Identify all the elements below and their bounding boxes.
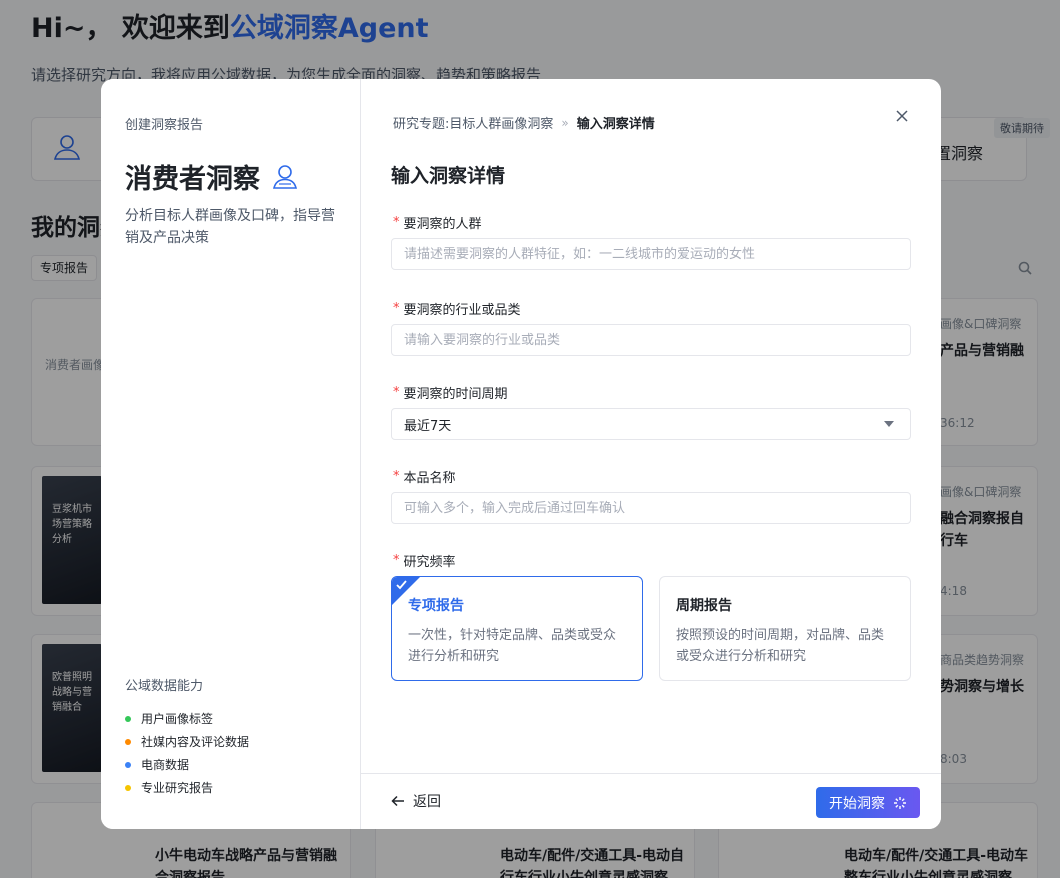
- create-insight-dialog: 创建洞察报告 消费者洞察 分析目标人群画像及口碑，指导营销及产品决策 公域数据能…: [101, 79, 941, 829]
- bullet-dot-icon: [125, 738, 131, 745]
- frequency-option-title: 专项报告: [408, 598, 464, 614]
- frequency-option-title: 周期报告: [676, 598, 732, 614]
- bullet-dot-icon: [125, 715, 131, 722]
- required-mark: *: [393, 385, 400, 400]
- start-insight-button[interactable]: 开始洞察: [816, 787, 920, 818]
- period-selected-value: 最近7天: [404, 418, 452, 434]
- sparkle-icon: [894, 796, 906, 809]
- bullet-dot-icon: [125, 761, 131, 768]
- frequency-label: * 研究频率: [393, 553, 456, 570]
- dialog-title: 消费者洞察: [125, 157, 298, 196]
- form-title: 输入洞察详情: [391, 165, 506, 187]
- bullet-dot-icon: [125, 784, 131, 791]
- caret-down-icon: [884, 421, 894, 427]
- breadcrumb-current: 输入洞察详情: [576, 117, 655, 132]
- audience-label: * 要洞察的人群: [393, 215, 482, 232]
- close-button[interactable]: [893, 107, 911, 125]
- close-icon: [896, 110, 908, 122]
- back-button-label: 返回: [413, 794, 441, 810]
- capability-item: 电商数据: [125, 753, 249, 776]
- capability-item: 用户画像标签: [125, 707, 249, 730]
- dialog-main: 研究专题:目标人群画像洞察 » 输入洞察详情 输入洞察详情 * 要洞察的人群 *…: [361, 79, 941, 829]
- dialog-title-text: 消费者洞察: [125, 164, 260, 195]
- audience-input[interactable]: [391, 238, 911, 270]
- start-button-label: 开始洞察: [829, 794, 885, 811]
- industry-input[interactable]: [391, 324, 911, 356]
- required-mark: *: [393, 553, 400, 568]
- breadcrumb-separator-icon: »: [561, 115, 569, 130]
- industry-label: * 要洞察的行业或品类: [393, 301, 521, 318]
- arrow-left-icon: [391, 795, 404, 807]
- dialog-description: 分析目标人群画像及口碑，指导营销及产品决策: [125, 208, 335, 246]
- period-select[interactable]: 最近7天: [391, 408, 911, 440]
- dialog-footer: 返回 开始洞察: [361, 773, 941, 829]
- frequency-option-periodic[interactable]: 周期报告 按照预设的时间周期，对品牌、品类或受众进行分析和研究: [659, 576, 911, 681]
- capability-item: 专业研究报告: [125, 776, 249, 799]
- capability-item: 社媒内容及评论数据: [125, 730, 249, 753]
- dialog-eyebrow: 创建洞察报告: [125, 118, 204, 133]
- dialog-sidebar: 创建洞察报告 消费者洞察 分析目标人群画像及口碑，指导营销及产品决策 公域数据能…: [101, 79, 361, 829]
- breadcrumb: 研究专题:目标人群画像洞察 » 输入洞察详情: [393, 113, 655, 133]
- brand-label: * 本品名称: [393, 469, 456, 486]
- brand-input[interactable]: [391, 492, 911, 524]
- capabilities-list: 用户画像标签 社媒内容及评论数据 电商数据 专业研究报告: [125, 707, 249, 799]
- capabilities-title: 公域数据能力: [125, 679, 204, 694]
- frequency-option-special[interactable]: 专项报告 一次性，针对特定品牌、品类或受众进行分析和研究: [391, 576, 643, 681]
- person-icon: [272, 164, 298, 189]
- required-mark: *: [393, 215, 400, 230]
- required-mark: *: [393, 301, 400, 316]
- back-button[interactable]: 返回: [391, 791, 441, 811]
- period-label: * 要洞察的时间周期: [393, 385, 508, 402]
- check-icon: [396, 580, 407, 590]
- frequency-option-desc: 一次性，针对特定品牌、品类或受众进行分析和研究: [408, 628, 617, 664]
- required-mark: *: [393, 469, 400, 484]
- frequency-option-desc: 按照预设的时间周期，对品牌、品类或受众进行分析和研究: [676, 628, 885, 664]
- breadcrumb-parent[interactable]: 研究专题:目标人群画像洞察: [393, 113, 553, 132]
